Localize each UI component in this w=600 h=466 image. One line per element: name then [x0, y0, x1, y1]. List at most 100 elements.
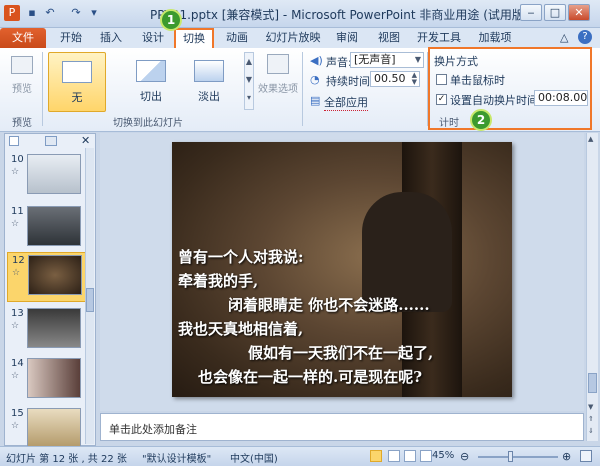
zoom-in-icon[interactable]: ⊕: [562, 450, 571, 463]
collapse-ribbon-icon[interactable]: △: [560, 31, 568, 44]
language-status[interactable]: 中文(中国): [230, 450, 278, 465]
tab-home[interactable]: 开始: [54, 28, 88, 48]
transition-cut-label: 切出: [140, 90, 162, 103]
slide-number: 12: [12, 255, 25, 266]
on-click-label: 单击鼠标时: [450, 74, 505, 87]
apply-all-button[interactable]: 全部应用: [324, 94, 368, 111]
on-click-checkbox[interactable]: [436, 74, 447, 85]
zoom-level[interactable]: 45%: [432, 450, 454, 461]
current-slide[interactable]: 曾有一个人对我说: 牵着我的手, 闭着眼睛走 你也不会迷路...... 我也天真…: [172, 142, 512, 397]
transition-fade-icon: [194, 60, 224, 82]
effect-options-label: 效果选项: [258, 84, 298, 95]
slide-number: 13: [11, 308, 24, 319]
customize-toolbar-icon[interactable]: ▾: [86, 5, 102, 21]
apply-all-icon: ▤: [310, 94, 321, 107]
preview-button[interactable]: 预览: [8, 56, 36, 106]
tab-view[interactable]: 视图: [372, 28, 406, 48]
slide-thumbnail[interactable]: 14 ☆: [7, 356, 87, 406]
canvas-scrollbar[interactable]: ▲ ▼ ⇑ ⇓: [586, 133, 598, 441]
slideshow-view-icon[interactable]: [420, 450, 432, 462]
powerpoint-app-icon[interactable]: P: [4, 5, 20, 21]
tab-design[interactable]: 设计: [136, 28, 170, 48]
slides-scrollbar[interactable]: [85, 148, 94, 444]
slide-preview: [27, 408, 81, 448]
slide-text-line: 闭着眼睛走 你也不会迷路......: [228, 296, 430, 314]
chevron-down-icon: ▼: [414, 55, 421, 64]
theme-status[interactable]: "默认设计模板": [142, 450, 211, 465]
undo-icon[interactable]: ↶: [42, 5, 58, 21]
slide-number: 10: [11, 154, 24, 165]
slide-text-line: 我也天真地相信着,: [178, 320, 304, 338]
transition-fade[interactable]: 淡出: [180, 52, 238, 112]
transitions-group-label: 切换到此幻灯片: [113, 118, 183, 129]
auto-advance-label: 设置自动换片时间:: [450, 94, 542, 107]
slide-text-line: 曾有一个人对我说:: [178, 248, 304, 266]
callout-badge-2: 2: [470, 109, 492, 131]
transition-cut[interactable]: 切出: [122, 52, 180, 112]
slide-thumbnail[interactable]: 10 ☆: [7, 152, 87, 202]
close-panel-icon[interactable]: ✕: [81, 134, 90, 147]
slide-preview: [27, 358, 81, 398]
sound-label: 声音:: [326, 56, 352, 69]
window-title: PPT01.pptx [兼容模式] - Microsoft PowerPoint…: [150, 8, 529, 22]
prev-slide-icon[interactable]: ⇑: [588, 415, 594, 423]
tab-review[interactable]: 审阅: [330, 28, 364, 48]
effect-options-button[interactable]: 效果选项: [258, 54, 298, 110]
scroll-down-icon[interactable]: ▼: [588, 403, 593, 411]
close-button[interactable]: ✕: [568, 4, 590, 21]
callout-badge-1: 1: [160, 9, 182, 31]
slide-preview: [28, 255, 82, 295]
transition-none[interactable]: 无: [48, 52, 106, 112]
redo-icon[interactable]: ↷: [68, 5, 84, 21]
fit-to-window-icon[interactable]: [580, 450, 592, 462]
tab-file[interactable]: 文件: [0, 28, 46, 48]
separator: [302, 52, 303, 126]
slide-count-status: 幻灯片 第 12 张 , 共 22 张: [6, 454, 127, 465]
scroll-up-icon[interactable]: ▲: [588, 135, 593, 143]
preview-label: 预览: [12, 84, 32, 95]
slide-thumbnail[interactable]: 11 ☆: [7, 204, 87, 254]
slide-thumbnail[interactable]: 13 ☆: [7, 306, 87, 356]
tab-slideshow[interactable]: 幻灯片放映: [262, 28, 324, 48]
slides-panel: ✕ 10 ☆ 11 ☆ 12 ☆ 13 ☆ 14 ☆ 15 ☆: [4, 133, 96, 448]
slide-sorter-icon[interactable]: [388, 450, 400, 462]
normal-view-icon[interactable]: [370, 450, 382, 462]
slides-tab-icon[interactable]: [9, 136, 19, 146]
zoom-slider-thumb[interactable]: [508, 451, 513, 462]
scroll-thumb[interactable]: [86, 288, 94, 312]
tab-developer[interactable]: 开发工具: [414, 28, 464, 48]
notes-pane[interactable]: 单击此处添加备注: [100, 413, 584, 441]
transition-star-icon: ☆: [11, 421, 20, 431]
sound-dropdown[interactable]: [无声音] ▼: [350, 52, 424, 68]
auto-advance-value: 00:08.00: [538, 91, 588, 104]
tab-insert[interactable]: 插入: [94, 28, 128, 48]
zoom-slider[interactable]: [478, 451, 558, 462]
save-icon[interactable]: ▪: [24, 5, 40, 21]
preview-group-label: 预览: [12, 118, 32, 129]
transition-fade-label: 淡出: [198, 90, 220, 103]
slide-thumbnail-selected[interactable]: 12 ☆: [7, 252, 87, 302]
minimize-button[interactable]: ‒: [520, 4, 542, 21]
reading-view-icon[interactable]: [404, 450, 416, 462]
zoom-out-icon[interactable]: ⊖: [460, 450, 469, 463]
sound-value: [无声音]: [354, 53, 396, 66]
tab-transitions[interactable]: 切换: [174, 28, 214, 49]
tab-animations[interactable]: 动画: [220, 28, 254, 48]
transition-cut-icon: [136, 60, 166, 82]
separator: [42, 52, 43, 126]
duration-value: 00.50: [374, 72, 406, 85]
next-slide-icon[interactable]: ⇓: [588, 427, 594, 435]
auto-advance-checkbox[interactable]: ✓: [436, 94, 447, 105]
transition-none-label: 无: [71, 91, 83, 104]
scroll-thumb[interactable]: [588, 373, 597, 393]
auto-advance-time[interactable]: 00:08.00: [534, 90, 588, 106]
tab-addins[interactable]: 加载项: [474, 28, 516, 48]
gallery-scroll[interactable]: ▲ ▼ ▾: [244, 52, 254, 110]
slide-number: 14: [11, 358, 24, 369]
maximize-button[interactable]: □: [544, 4, 566, 21]
help-icon[interactable]: ?: [578, 30, 592, 44]
outline-tab-icon[interactable]: [45, 136, 57, 146]
slide-preview: [27, 206, 81, 246]
status-bar: 幻灯片 第 12 张 , 共 22 张 "默认设计模板" 中文(中国) 45% …: [0, 446, 600, 466]
duration-spinner[interactable]: 00.50 ▲ ▼: [370, 71, 420, 87]
